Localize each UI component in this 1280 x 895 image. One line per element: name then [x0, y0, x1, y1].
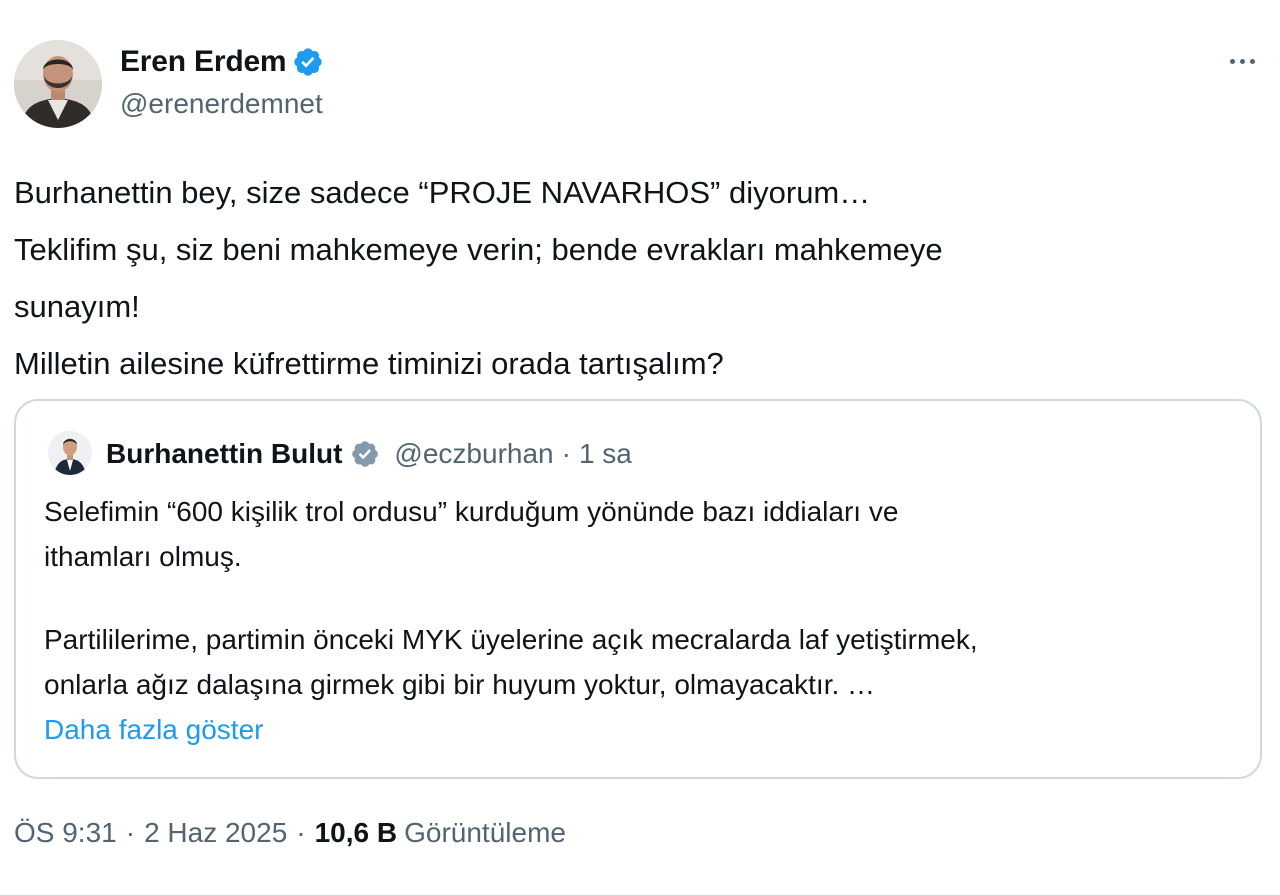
author-avatar-image	[14, 40, 102, 128]
quoted-author-avatar-image	[48, 431, 92, 475]
tweet-card: Eren Erdem @erenerdemnet Burhanettin bey…	[0, 0, 1280, 895]
quoted-text-line: ithamları olmuş.	[44, 541, 242, 572]
author-handle[interactable]: @erenerdemnet	[120, 88, 323, 120]
more-horizontal-icon	[1229, 58, 1235, 64]
meta-separator: ·	[125, 817, 136, 848]
more-dot	[1249, 58, 1255, 64]
tweet-metadata: ÖS 9:31 · 2 Haz 2025 · 10,6 B Görüntülem…	[14, 817, 566, 849]
verified-badge-icon[interactable]	[292, 46, 324, 78]
views-count: 10,6 B	[314, 817, 398, 848]
quoted-tweet-text: Selefimin “600 kişilik trol ordusu” kurd…	[44, 489, 1234, 752]
quoted-text-line: Partililerime, partimin önceki MYK üyele…	[44, 624, 978, 655]
quoted-verified-badge-icon[interactable]	[350, 439, 380, 469]
more-dot	[1239, 58, 1245, 64]
show-more-link[interactable]: Daha fazla göster	[44, 707, 1234, 752]
quoted-timestamp[interactable]: 1 sa	[579, 438, 632, 470]
author-name-row: Eren Erdem	[120, 42, 324, 82]
tweet-text-line: Milletin ailesine küfrettirme timinizi o…	[14, 346, 724, 381]
quoted-tweet-card[interactable]: Burhanettin Bulut @eczburhan · 1 sa Sele…	[14, 399, 1262, 779]
author-avatar[interactable]	[14, 40, 102, 128]
tweet-date[interactable]: 2 Haz 2025	[144, 817, 287, 849]
author-name[interactable]: Eren Erdem	[120, 45, 287, 79]
tweet-text: Burhanettin bey, size sadece “PROJE NAVA…	[14, 164, 1254, 392]
quoted-tweet-header: Burhanettin Bulut @eczburhan · 1 sa	[106, 434, 632, 474]
tweet-text-line: Teklifim şu, siz beni mahkemeye verin; b…	[14, 232, 943, 267]
views-label: Görüntüleme	[404, 817, 566, 848]
tweet-text-line: sunayım!	[14, 289, 140, 324]
more-options-button[interactable]	[1222, 46, 1262, 76]
quoted-author-avatar[interactable]	[48, 431, 92, 475]
meta-separator: ·	[296, 817, 306, 848]
quoted-author-name[interactable]: Burhanettin Bulut	[106, 438, 342, 470]
quoted-author-handle[interactable]: @eczburhan	[394, 438, 553, 470]
tweet-text-line: Burhanettin bey, size sadece “PROJE NAVA…	[14, 175, 871, 210]
quoted-text-line: onlarla ağız dalaşına girmek gibi bir hu…	[44, 669, 876, 700]
quoted-separator: ·	[561, 438, 571, 469]
quoted-text-line: Selefimin “600 kişilik trol ordusu” kurd…	[44, 496, 899, 527]
tweet-time[interactable]: ÖS 9:31	[14, 817, 117, 849]
